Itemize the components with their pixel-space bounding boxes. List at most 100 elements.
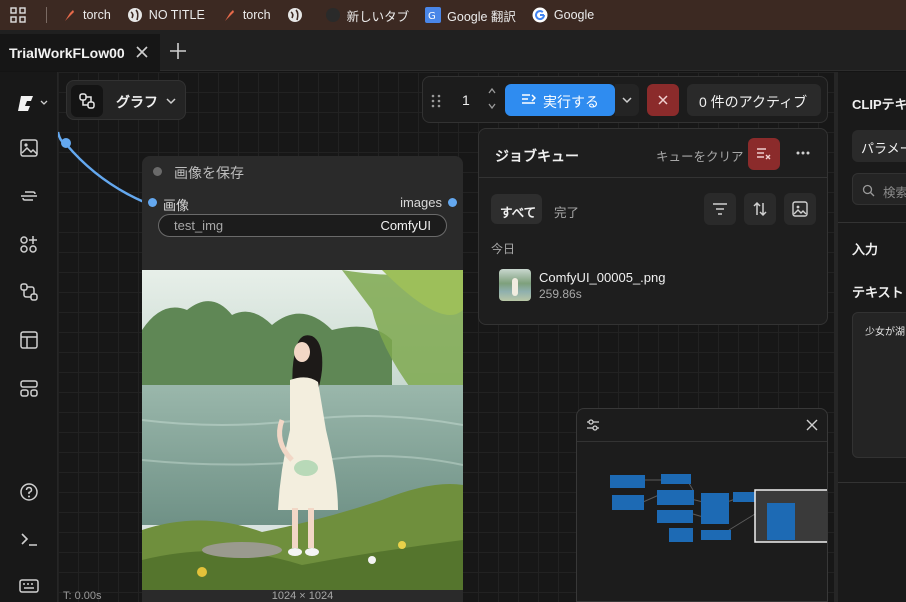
workflow-graph-icon	[79, 93, 95, 109]
save-image-node[interactable]: 画像を保存 画像 images test_img ComfyUI 1024 × …	[142, 156, 463, 602]
bookmark-google[interactable]: Google	[532, 7, 594, 23]
workflows-icon[interactable]	[18, 281, 40, 303]
keyboard-shortcuts-icon[interactable]	[18, 575, 40, 597]
node-status-dot	[153, 167, 162, 176]
properties-panel: CLIPテキ パラメー 検索 入力 テキスト 少女が湖	[834, 72, 906, 602]
image-assets-icon[interactable]	[18, 137, 40, 159]
sort-icon	[753, 201, 767, 217]
globe-icon	[127, 8, 142, 22]
drag-handle-icon[interactable]	[431, 94, 441, 108]
field-name: test_img	[174, 218, 224, 233]
filter-all-tab[interactable]: すべて	[491, 194, 542, 224]
run-queue-icon	[522, 94, 536, 104]
minimap-settings-icon[interactable]	[586, 418, 600, 432]
graph-button[interactable]	[71, 85, 103, 117]
text-prompt-value: 少女が湖	[865, 327, 905, 338]
left-sidebar	[0, 72, 58, 602]
minimap-panel[interactable]	[576, 408, 828, 602]
bookmark-no-title[interactable]: NO TITLE	[127, 7, 205, 23]
bookmark-label: 新しいタブ	[346, 9, 410, 24]
run-count-value: 1	[462, 92, 470, 108]
job-time: 259.86s	[539, 287, 582, 301]
clear-queue-link[interactable]: キューをクリア	[656, 146, 744, 165]
cancel-run-button[interactable]	[647, 84, 679, 116]
workflow-tab[interactable]: TrialWorkFLow00	[0, 34, 160, 71]
bookmark-separator	[46, 7, 47, 23]
bookmark-new-tab[interactable]: 新しいタブ	[325, 6, 410, 25]
output-slot-dot[interactable]	[448, 198, 457, 207]
filename-prefix-field[interactable]: test_img ComfyUI	[158, 214, 447, 237]
sort-button[interactable]	[744, 193, 776, 225]
graph-label: グラフ	[116, 94, 158, 110]
filter-icon	[713, 203, 727, 215]
bookmarks-bar: torch NO TITLE torch 新しいタブ G Google 翻訳 G…	[0, 0, 906, 30]
bookmark-label: Google	[553, 8, 595, 22]
bookmark-label: Google 翻訳	[447, 9, 516, 24]
node-library-icon[interactable]	[18, 185, 40, 207]
stepper-down-icon[interactable]	[487, 102, 497, 110]
graph-menu[interactable]: グラフ	[66, 80, 186, 120]
filter-done-tab[interactable]: 完了	[554, 202, 579, 221]
close-minimap-icon[interactable]	[806, 419, 818, 431]
layout-icon[interactable]	[18, 377, 40, 399]
input-slot-label: 画像	[163, 198, 190, 213]
google-translate-icon: G	[425, 7, 442, 23]
job-item[interactable]: ComfyUI_00005_.png 259.86s	[499, 269, 799, 303]
torch-favicon-icon	[224, 10, 234, 21]
filter-all-label: すべて	[500, 206, 537, 220]
image-icon	[792, 201, 808, 217]
terminal-icon[interactable]	[18, 528, 40, 550]
apps-grid-icon[interactable]	[10, 7, 26, 23]
image-size-label: 1024 × 1024	[271, 590, 334, 602]
bookmark-label: torch	[242, 8, 271, 22]
bookmark-torch-1[interactable]: torch	[61, 7, 111, 23]
bookmark-google-translate[interactable]: G Google 翻訳	[425, 6, 516, 25]
parameters-label: パラメー	[861, 141, 906, 156]
minimap-view	[610, 474, 827, 543]
job-thumbnail	[499, 269, 531, 301]
input-slot-dot[interactable]	[148, 198, 157, 207]
text-prompt-textarea[interactable]: 少女が湖	[852, 312, 906, 458]
status-time: T: 0.00s	[63, 590, 102, 602]
job-name: ComfyUI_00005_.png	[539, 270, 666, 285]
more-options-icon[interactable]	[796, 150, 810, 156]
node-properties-title: CLIPテキ	[852, 97, 906, 112]
chevron-down-icon	[166, 98, 176, 105]
chevron-down-icon	[622, 97, 632, 104]
job-queue-panel: ジョブキュー キューをクリア すべて 完了 今日 ComfyUI_00005_.…	[478, 128, 828, 325]
globe-icon	[287, 8, 302, 22]
output-image-preview	[142, 270, 463, 590]
active-jobs-label: 0 件のアクティブ	[699, 94, 808, 110]
clear-queue-button[interactable]	[748, 138, 780, 170]
close-tab-icon[interactable]	[133, 43, 151, 61]
search-input[interactable]: 検索	[852, 173, 906, 205]
run-toolbar: 1 実行する 0 件のアクティブ	[422, 76, 828, 123]
bookmark-torch-2[interactable]: torch	[221, 7, 271, 23]
node-title: 画像を保存	[174, 165, 244, 181]
stepper-up-icon[interactable]	[487, 87, 497, 95]
run-count-stepper[interactable]: 1	[447, 84, 503, 116]
panel-divider-bottom	[838, 482, 906, 483]
bookmark-label: NO TITLE	[148, 8, 205, 22]
bookmark-globe[interactable]	[287, 7, 309, 23]
run-options-button[interactable]	[615, 84, 639, 116]
comfy-logo-menu[interactable]	[18, 92, 50, 114]
search-placeholder: 検索	[883, 186, 906, 200]
active-jobs-button[interactable]: 0 件のアクティブ	[687, 84, 821, 116]
search-icon	[862, 184, 875, 197]
text-field-label: テキスト	[852, 285, 904, 300]
dark-circle-icon	[325, 8, 340, 22]
filter-button[interactable]	[704, 193, 736, 225]
node-header[interactable]: 画像を保存	[142, 156, 463, 186]
models-icon[interactable]	[18, 233, 40, 255]
help-icon[interactable]	[18, 481, 40, 503]
gallery-view-button[interactable]	[784, 193, 816, 225]
run-button[interactable]: 実行する	[505, 84, 615, 116]
workflow-tab-bar: TrialWorkFLow00	[0, 30, 906, 71]
output-slot-label: images	[400, 195, 442, 210]
bookmark-label: torch	[83, 8, 111, 22]
templates-icon[interactable]	[18, 329, 40, 351]
add-tab-icon[interactable]	[168, 41, 188, 61]
comfy-logo-icon	[18, 96, 48, 111]
parameters-tab[interactable]: パラメー	[852, 130, 906, 162]
